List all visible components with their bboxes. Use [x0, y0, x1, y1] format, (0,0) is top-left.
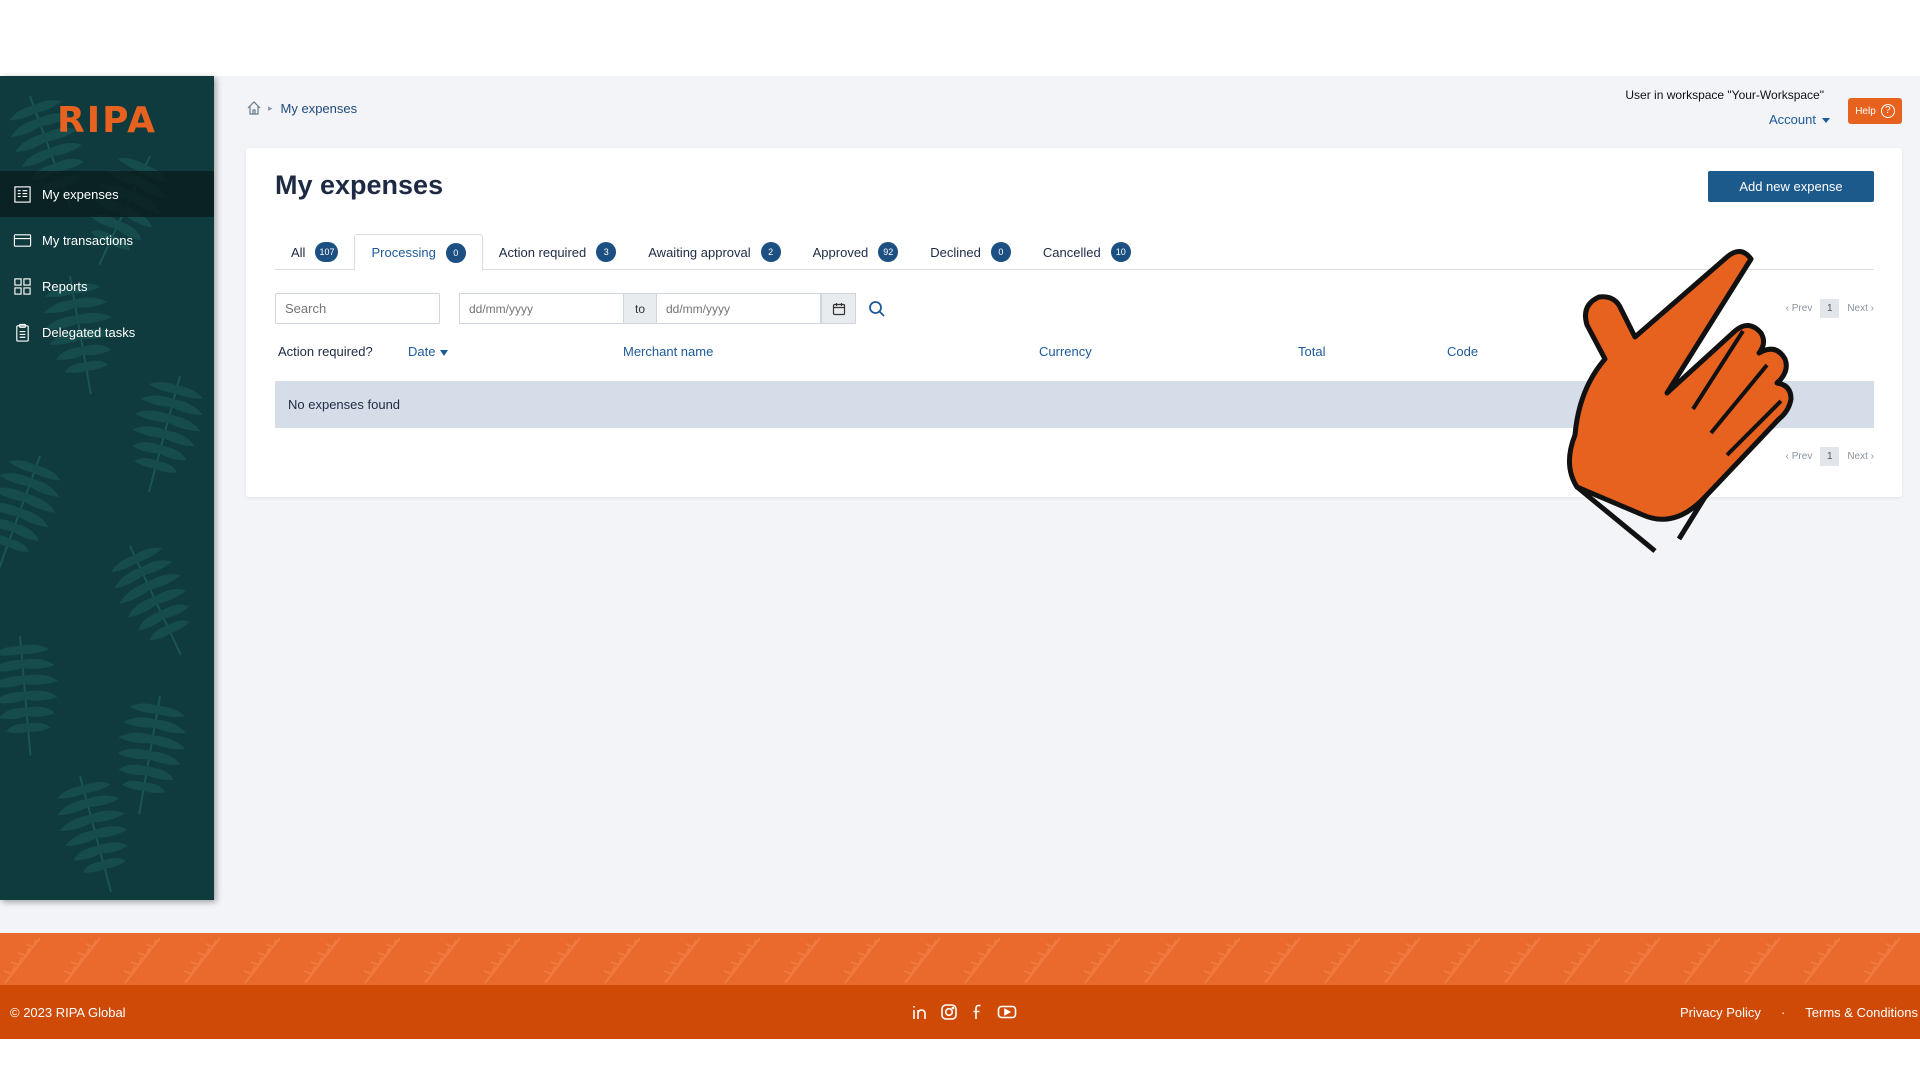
search-button[interactable]: [866, 298, 888, 320]
receipt-icon: [13, 185, 32, 204]
social-links: [910, 1002, 1017, 1022]
pagination-top: ‹ Prev 1 Next ›: [1786, 299, 1874, 318]
tab-label: All: [291, 244, 306, 260]
column-merchant-name[interactable]: Merchant name: [623, 344, 713, 359]
workspace-user-info: User in workspace "Your-Workspace": [1625, 88, 1824, 102]
question-icon: ?: [1880, 104, 1895, 118]
page-title: My expenses: [275, 170, 444, 200]
sidebar-item-label: Reports: [42, 278, 88, 294]
sidebar-item-delegated-tasks[interactable]: Delegated tasks: [0, 309, 214, 355]
tab-cancelled[interactable]: Cancelled 10: [1027, 234, 1147, 270]
column-currency[interactable]: Currency: [1039, 344, 1092, 359]
sidebar-item-my-expenses[interactable]: My expenses: [0, 171, 214, 217]
count-badge: 107: [315, 242, 339, 262]
breadcrumb-current[interactable]: My expenses: [281, 101, 358, 116]
sidebar-item-my-transactions[interactable]: My transactions: [0, 217, 214, 263]
column-total[interactable]: Total: [1298, 344, 1325, 359]
pagination-bottom: ‹ Prev 1 Next ›: [1786, 447, 1874, 466]
grid-icon: [13, 277, 32, 296]
breadcrumb: ▸ My expenses: [246, 100, 357, 116]
facebook-icon[interactable]: [968, 1002, 988, 1022]
date-to-input[interactable]: [656, 293, 821, 324]
sidebar-item-label: My expenses: [42, 186, 119, 202]
filter-bar: to: [275, 293, 888, 324]
sort-down-icon: [440, 349, 449, 356]
count-badge: 2: [760, 242, 781, 262]
count-badge: 0: [990, 242, 1011, 262]
sidebar-item-label: Delegated tasks: [42, 324, 136, 340]
sidebar-item-label: My transactions: [42, 232, 134, 248]
tab-action-required[interactable]: Action required 3: [483, 234, 632, 270]
ripa-logo[interactable]: RIPA: [0, 100, 214, 141]
tab-all[interactable]: All 107: [275, 234, 354, 270]
tab-label: Declined: [930, 244, 981, 260]
caret-down-icon: [1822, 118, 1830, 124]
home-icon[interactable]: [246, 100, 262, 116]
calendar-icon: [832, 302, 845, 315]
tab-label: Processing: [371, 245, 436, 260]
tab-label: Awaiting approval: [648, 244, 751, 260]
pointing-hand-icon: [1567, 249, 1794, 553]
next-page-link[interactable]: Next ›: [1847, 451, 1874, 462]
column-action-required: Action required?: [278, 344, 373, 359]
count-badge: 92: [878, 242, 899, 262]
next-page-link[interactable]: Next ›: [1847, 303, 1874, 314]
footer-link-separator: ·: [1780, 1005, 1786, 1020]
linkedin-icon[interactable]: [910, 1002, 930, 1022]
date-range-to-label: to: [624, 293, 656, 324]
tab-approved[interactable]: Approved 92: [797, 234, 915, 270]
count-badge: 3: [596, 242, 617, 262]
tab-label: Action required: [498, 244, 587, 260]
terms-conditions-link[interactable]: Terms & Conditions: [1805, 1005, 1918, 1020]
calendar-button[interactable]: [821, 293, 856, 324]
copyright-text: © 2023 RIPA Global: [10, 1005, 126, 1020]
clipboard-icon: [13, 323, 32, 342]
page-number[interactable]: 1: [1820, 299, 1840, 318]
date-range: to: [459, 293, 856, 324]
breadcrumb-separator: ▸: [268, 102, 273, 113]
tab-awaiting-approval[interactable]: Awaiting approval 2: [632, 234, 796, 270]
date-from-input[interactable]: [459, 293, 624, 324]
page-number[interactable]: 1: [1820, 447, 1840, 466]
count-badge: 0: [445, 242, 466, 263]
card-icon: [13, 231, 32, 250]
help-button[interactable]: Help ?: [1848, 98, 1902, 124]
search-icon: [869, 300, 885, 317]
tab-declined[interactable]: Declined 0: [914, 234, 1027, 270]
account-dropdown[interactable]: Account: [1769, 112, 1830, 127]
count-badge: 10: [1110, 242, 1131, 262]
sidebar: RIPA My expenses My transactions Reports: [0, 76, 214, 900]
footer-fern-pattern: [0, 933, 1920, 987]
search-input[interactable]: [275, 293, 440, 324]
column-date-label: Date: [408, 344, 436, 359]
sidebar-nav: My expenses My transactions Reports Dele…: [0, 171, 214, 355]
youtube-icon[interactable]: [997, 1002, 1017, 1022]
column-date[interactable]: Date: [408, 344, 449, 359]
instagram-icon[interactable]: [939, 1002, 959, 1022]
footer: © 2023 RIPA Global Privacy Policy · Term…: [0, 985, 1920, 1039]
privacy-policy-link[interactable]: Privacy Policy: [1680, 1005, 1761, 1020]
fern-pattern-graphic: [0, 933, 1920, 987]
tab-processing[interactable]: Processing 0: [354, 234, 483, 271]
help-label: Help: [1855, 105, 1876, 117]
app-root: RIPA My expenses My transactions Reports: [0, 76, 1920, 1039]
sidebar-item-reports[interactable]: Reports: [0, 263, 214, 309]
add-new-expense-button[interactable]: Add new expense: [1708, 171, 1874, 202]
tab-label: Cancelled: [1042, 244, 1101, 260]
account-label: Account: [1769, 112, 1816, 127]
column-code[interactable]: Code: [1447, 344, 1478, 359]
footer-links: Privacy Policy · Terms & Conditions: [1680, 1005, 1918, 1020]
tab-label: Approved: [812, 244, 869, 260]
